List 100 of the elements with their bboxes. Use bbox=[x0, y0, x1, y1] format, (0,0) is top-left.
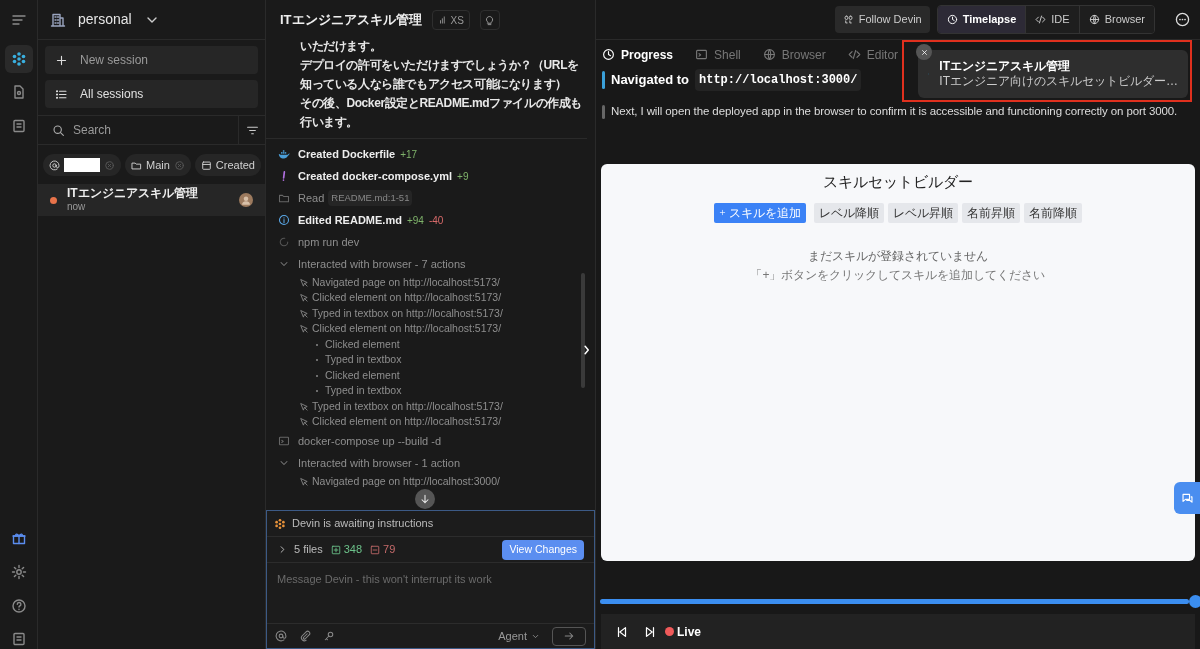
panel-tab[interactable]: Progress bbox=[602, 45, 674, 64]
code-icon bbox=[1035, 14, 1047, 25]
action-text: Clicked element on http://localhost:5173/ bbox=[312, 290, 502, 306]
files-toggle[interactable]: 5 files bbox=[277, 541, 323, 558]
book-icon[interactable] bbox=[10, 631, 27, 647]
follow-button[interactable]: Follow Devin bbox=[834, 6, 930, 33]
message-text: デプロイの許可をいただけますでしょうか？（URLを知っている人なら誰でもアクセス可能になります） bbox=[300, 57, 580, 93]
menu-icon[interactable] bbox=[10, 12, 27, 28]
timeline-progress[interactable] bbox=[600, 599, 1189, 605]
notification-title: ITエンジニアスキル管理 bbox=[939, 59, 1071, 74]
action-text: Typed in textbox on http://localhost:5173/ bbox=[312, 305, 503, 321]
session-item[interactable]: ITエンジニアスキル管理 now bbox=[38, 184, 265, 216]
sort-button[interactable]: レベル昇順 bbox=[888, 202, 958, 223]
spinner-icon bbox=[278, 236, 290, 248]
book-icon[interactable] bbox=[10, 118, 27, 134]
scroll-down-button[interactable] bbox=[415, 489, 435, 509]
timeline-thumb[interactable] bbox=[1189, 595, 1200, 609]
close-button[interactable] bbox=[916, 44, 932, 60]
eyes-icon bbox=[842, 14, 854, 25]
calendar-icon bbox=[200, 159, 212, 171]
close-icon bbox=[919, 47, 929, 57]
event-text: npm run dev bbox=[298, 234, 360, 250]
filter-chip[interactable]: Main bbox=[125, 154, 191, 176]
search-field[interactable]: Search bbox=[73, 121, 213, 139]
chat-button[interactable] bbox=[1174, 482, 1200, 514]
workspace-switcher[interactable]: personal bbox=[78, 9, 160, 30]
terminal-icon bbox=[278, 435, 290, 447]
search-icon bbox=[52, 123, 65, 137]
mention-icon[interactable] bbox=[275, 630, 287, 642]
panel-tab[interactable]: Browser bbox=[762, 45, 826, 64]
chat-icon bbox=[1180, 491, 1194, 505]
skip-back-icon[interactable] bbox=[615, 624, 629, 639]
clock-icon bbox=[946, 14, 958, 25]
filter-chip[interactable] bbox=[43, 154, 121, 176]
action-text: Navigated page on http://localhost:3000/ bbox=[312, 473, 500, 489]
event-text: Edited README.md bbox=[298, 212, 402, 228]
action-text: Clicked element bbox=[325, 336, 400, 352]
session-time: now bbox=[67, 200, 87, 213]
key-icon[interactable] bbox=[323, 630, 335, 642]
new-session-button[interactable]: New session bbox=[45, 46, 258, 74]
message-text: その後、Docker設定とREADME.mdファイルの作成も行います。 bbox=[300, 95, 584, 131]
added-count: +9 bbox=[457, 169, 469, 184]
redaction-block bbox=[64, 158, 100, 172]
filter-chip[interactable]: Created bbox=[194, 154, 261, 176]
action-text: Clicked element bbox=[325, 367, 400, 383]
action-text: Navigated page on http://localhost:5173/ bbox=[312, 274, 500, 290]
code-icon bbox=[847, 48, 861, 61]
view-tab[interactable]: IDE bbox=[1025, 6, 1079, 33]
arrow-right-icon bbox=[563, 630, 575, 642]
plus-square-icon bbox=[330, 544, 341, 555]
skip-forward-icon[interactable] bbox=[643, 624, 657, 639]
plus-icon bbox=[55, 53, 68, 67]
message-text: いただけます。 bbox=[300, 40, 383, 55]
event-text: Created Dockerfile bbox=[298, 146, 396, 162]
event-toggle[interactable]: Interacted with browser - 1 action bbox=[278, 454, 461, 472]
sessions-nav-button[interactable] bbox=[4, 45, 33, 73]
sort-button[interactable]: レベル降順 bbox=[814, 202, 884, 223]
event-toggle[interactable]: Interacted with browser - 7 actions bbox=[278, 255, 466, 273]
mode-dropdown[interactable]: Agent bbox=[498, 627, 540, 645]
globe-icon bbox=[762, 48, 776, 61]
step-marker bbox=[602, 104, 605, 119]
cursor-icon bbox=[299, 308, 309, 319]
info-icon bbox=[278, 214, 290, 226]
empty-message: まだスキルが登録されていません bbox=[808, 247, 988, 265]
panel-tab[interactable]: Editor bbox=[847, 45, 899, 64]
action-text: Clicked element on http://localhost:5173/ bbox=[312, 414, 502, 430]
all-sessions-button[interactable]: All sessions bbox=[45, 80, 258, 108]
message-composer[interactable]: Devin is awaiting instructions 5 files 348 79 View Changes Message Devin - this won't interrupt its work Agent bbox=[266, 510, 595, 649]
step-text: Next, I will open the deployed app in the browser to confirm it is accessible and functioning correctly on port 3000. bbox=[611, 104, 1178, 119]
cursor-icon bbox=[299, 401, 309, 412]
scrollbar-thumb[interactable] bbox=[581, 273, 585, 388]
view-tab[interactable]: Browser bbox=[1078, 6, 1154, 33]
bars-icon bbox=[437, 15, 448, 25]
folder-icon bbox=[131, 159, 142, 171]
action-text: Typed in textbox on http://localhost:5173/ bbox=[312, 398, 503, 414]
size-badge: XS bbox=[431, 10, 470, 30]
arrow-down-icon bbox=[419, 493, 431, 505]
cursor-icon bbox=[299, 324, 309, 335]
file-reference: README.md:1-51 bbox=[328, 189, 413, 207]
at-icon bbox=[49, 159, 60, 171]
gift-icon[interactable] bbox=[10, 530, 27, 546]
step-marker bbox=[602, 71, 605, 89]
idea-button[interactable] bbox=[479, 10, 500, 30]
sort-button[interactable]: 名前降順 bbox=[1024, 202, 1082, 223]
help-icon[interactable] bbox=[10, 598, 27, 614]
panel-tab[interactable]: Shell bbox=[695, 45, 741, 64]
attach-icon[interactable] bbox=[299, 630, 311, 642]
sort-button[interactable]: 名前昇順 bbox=[962, 202, 1020, 223]
more-icon[interactable] bbox=[1175, 12, 1190, 27]
add-skill-button[interactable]: スキルを追加 bbox=[714, 202, 806, 223]
cursor-icon bbox=[299, 417, 309, 428]
url-text: http://localhost:3000/ bbox=[695, 69, 862, 91]
settings-icon[interactable] bbox=[10, 564, 27, 580]
removed-count: -40 bbox=[428, 213, 444, 228]
view-tab[interactable]: Timelapse bbox=[937, 6, 1026, 33]
action-text: Typed in textbox bbox=[325, 352, 402, 368]
globe-icon bbox=[1088, 14, 1100, 25]
session-title: ITエンジニアスキル管理 bbox=[280, 11, 422, 30]
plus-icon bbox=[719, 209, 726, 217]
event-text: Read bbox=[298, 190, 325, 206]
